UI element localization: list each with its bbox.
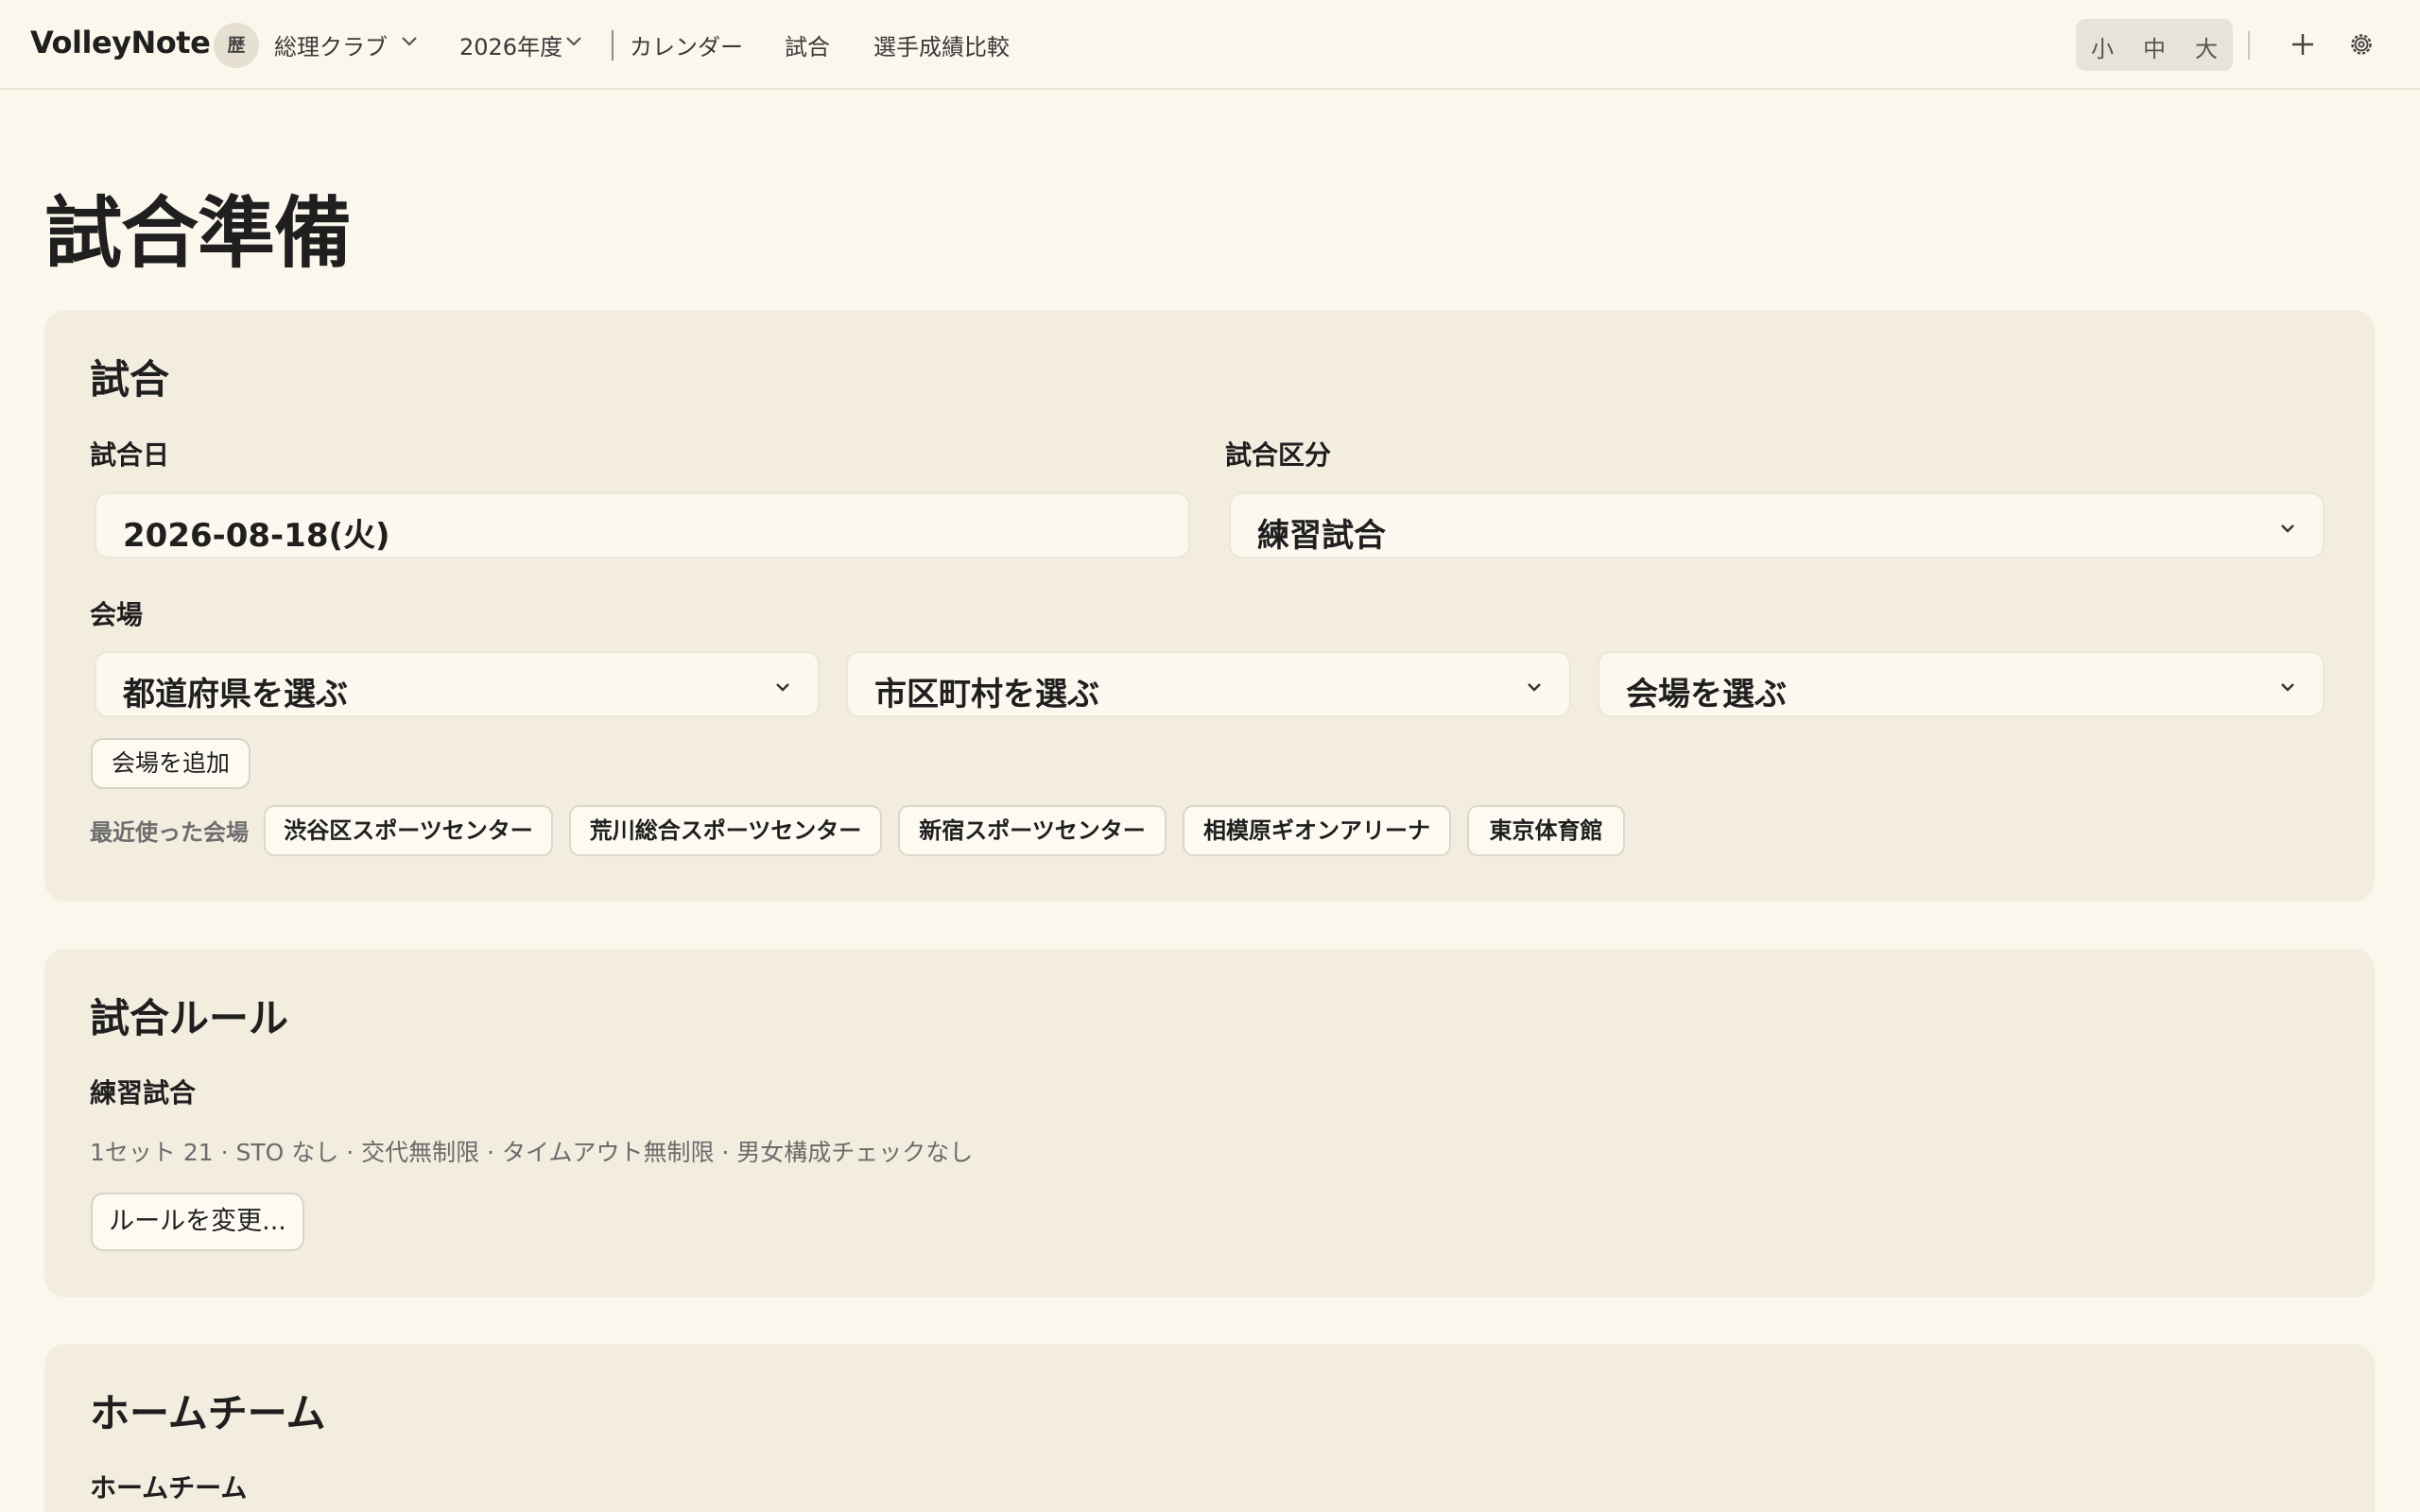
match-type-label: 試合区分 xyxy=(1225,439,1332,471)
font-size-large[interactable]: 大 xyxy=(2187,30,2225,63)
city-select[interactable]: 市区町村を選ぶ xyxy=(846,651,1571,717)
nav-player-stats-compare[interactable]: 選手成績比較 xyxy=(873,28,1010,61)
add-venue-button[interactable]: 会場を追加 xyxy=(91,738,251,789)
chevron-down-icon[interactable] xyxy=(565,36,582,47)
match-type-value: 練習試合 xyxy=(1257,517,1386,555)
chevron-down-icon xyxy=(2281,683,2294,692)
home-section-title: ホームチーム xyxy=(90,1390,326,1436)
home-team-label: ホームチーム xyxy=(90,1472,248,1503)
match-type-select[interactable]: 練習試合 xyxy=(1229,492,2325,558)
home-team-card: ホームチーム ホームチーム xyxy=(44,1344,2375,1512)
recent-venue-chip[interactable]: 新宿スポーツセンター xyxy=(898,805,1167,856)
venue-select[interactable]: 会場を選ぶ xyxy=(1598,651,2325,717)
plus-icon[interactable] xyxy=(2287,28,2319,60)
page-title: 試合準備 xyxy=(44,189,352,279)
recent-venue-chip[interactable]: 相模原ギオンアリーナ xyxy=(1183,805,1451,856)
rule-name: 練習試合 xyxy=(90,1077,197,1108)
recent-venue-chip[interactable]: 荒川総合スポーツセンター xyxy=(569,805,882,856)
club-badge[interactable]: 歴 xyxy=(214,23,259,68)
rule-summary: 1セット 21 · STO なし · 交代無制限 · タイムアウト無制限 · 男… xyxy=(90,1139,974,1166)
recent-venues-label: 最近使った会場 xyxy=(90,819,249,846)
match-date-value: 2026-08-18(火) xyxy=(123,517,390,555)
match-rules-card: 試合ルール 練習試合 1セット 21 · STO なし · 交代無制限 · タイ… xyxy=(44,949,2375,1297)
match-section-title: 試合 xyxy=(90,356,170,403)
venue-label: 会場 xyxy=(90,599,144,630)
city-placeholder: 市区町村を選ぶ xyxy=(874,676,1099,713)
venue-placeholder: 会場を選ぶ xyxy=(1626,676,1787,713)
nav-divider xyxy=(612,30,614,60)
prefecture-select[interactable]: 都道府県を選ぶ xyxy=(95,651,820,717)
font-size-small[interactable]: 小 xyxy=(2083,30,2121,63)
chevron-down-icon xyxy=(776,683,789,692)
match-date-label: 試合日 xyxy=(90,439,170,471)
rules-section-title: 試合ルール xyxy=(90,995,289,1041)
chevron-down-icon xyxy=(2281,524,2294,533)
recent-venue-chip[interactable]: 渋谷区スポーツセンター xyxy=(264,805,553,856)
header-divider xyxy=(2248,31,2250,60)
recent-venue-chip[interactable]: 東京体育館 xyxy=(1467,805,1625,856)
chevron-down-icon xyxy=(1528,683,1541,692)
brand-logo[interactable]: VolleyNote xyxy=(30,25,211,60)
club-selector[interactable]: 総理クラブ xyxy=(274,28,388,61)
chevron-down-icon[interactable] xyxy=(401,36,418,47)
font-size-toggle: 小 中 大 xyxy=(2076,19,2233,71)
nav-matches[interactable]: 試合 xyxy=(785,28,830,61)
nav-calendar[interactable]: カレンダー xyxy=(630,28,743,61)
prefecture-placeholder: 都道府県を選ぶ xyxy=(123,676,348,713)
match-date-input[interactable]: 2026-08-18(火) xyxy=(95,492,1190,558)
top-bar: VolleyNote 歴 総理クラブ 2026年度 カレンダー 試合 選手成績比… xyxy=(0,0,2420,90)
font-size-medium[interactable]: 中 xyxy=(2135,30,2173,63)
gear-icon[interactable] xyxy=(2346,29,2377,60)
season-selector[interactable]: 2026年度 xyxy=(459,28,562,61)
change-rules-button[interactable]: ルールを変更... xyxy=(91,1193,304,1251)
